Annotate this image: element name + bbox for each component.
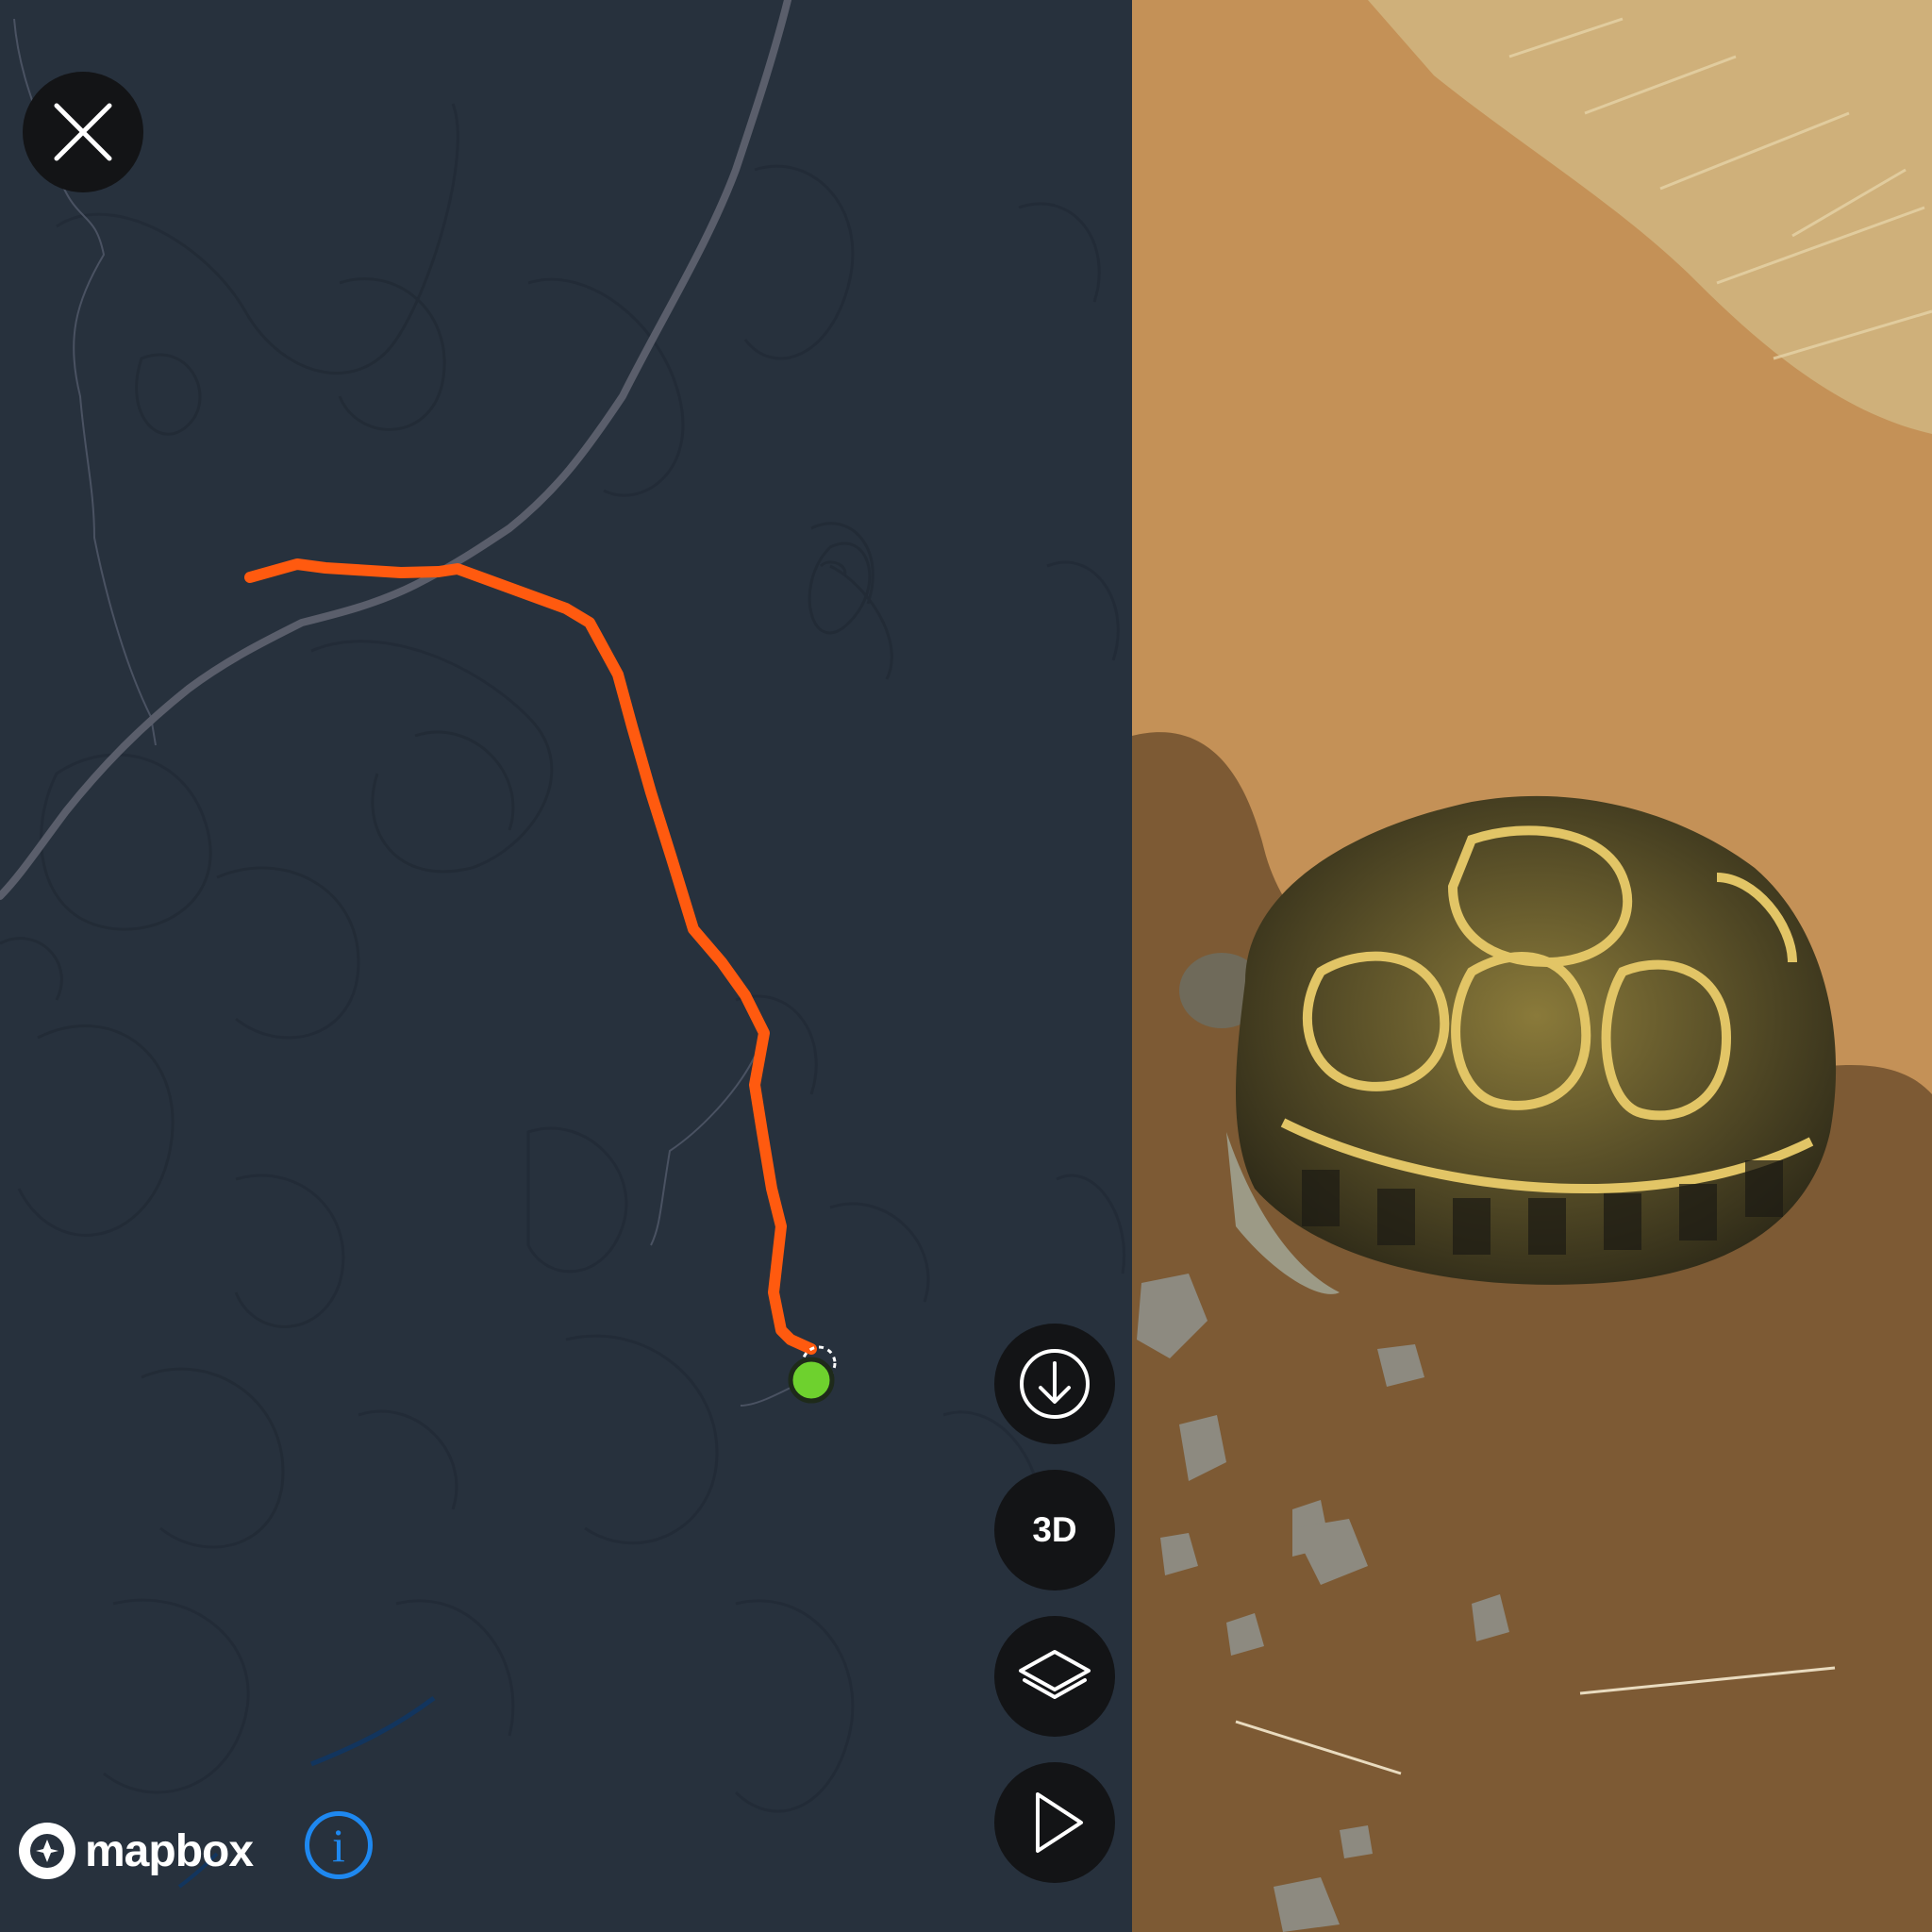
info-icon: i bbox=[332, 1819, 345, 1872]
map-canvas bbox=[0, 0, 1125, 1889]
3d-view-label: 3D bbox=[1032, 1510, 1077, 1549]
trail-stub bbox=[740, 1386, 793, 1407]
play-button[interactable] bbox=[994, 1762, 1115, 1883]
trail-branch bbox=[650, 1056, 756, 1246]
map-view[interactable]: 3D mapbox i bbox=[0, 0, 1132, 1932]
mapbox-logo[interactable]: mapbox bbox=[19, 1821, 254, 1881]
layers-icon bbox=[1019, 1650, 1091, 1699]
download-button[interactable] bbox=[994, 1324, 1115, 1444]
terrain-contours bbox=[0, 103, 1125, 1813]
route-end-marker bbox=[788, 1345, 837, 1404]
close-button[interactable] bbox=[23, 72, 143, 192]
close-icon bbox=[54, 103, 112, 161]
download-icon bbox=[1020, 1349, 1090, 1419]
info-button[interactable]: i bbox=[305, 1811, 373, 1879]
mapbox-logo-text: mapbox bbox=[85, 1825, 254, 1876]
tortoise-image bbox=[1132, 0, 1932, 1932]
3d-view-button[interactable]: 3D bbox=[994, 1470, 1115, 1591]
tortoise-photo bbox=[1132, 0, 1932, 1932]
mapbox-compass-icon bbox=[19, 1823, 75, 1879]
water-feature bbox=[310, 1695, 436, 1767]
app-screen: 3D mapbox i bbox=[0, 0, 1932, 1932]
route-path bbox=[244, 558, 817, 1355]
layers-button[interactable] bbox=[994, 1616, 1115, 1737]
play-icon bbox=[1036, 1792, 1083, 1853]
